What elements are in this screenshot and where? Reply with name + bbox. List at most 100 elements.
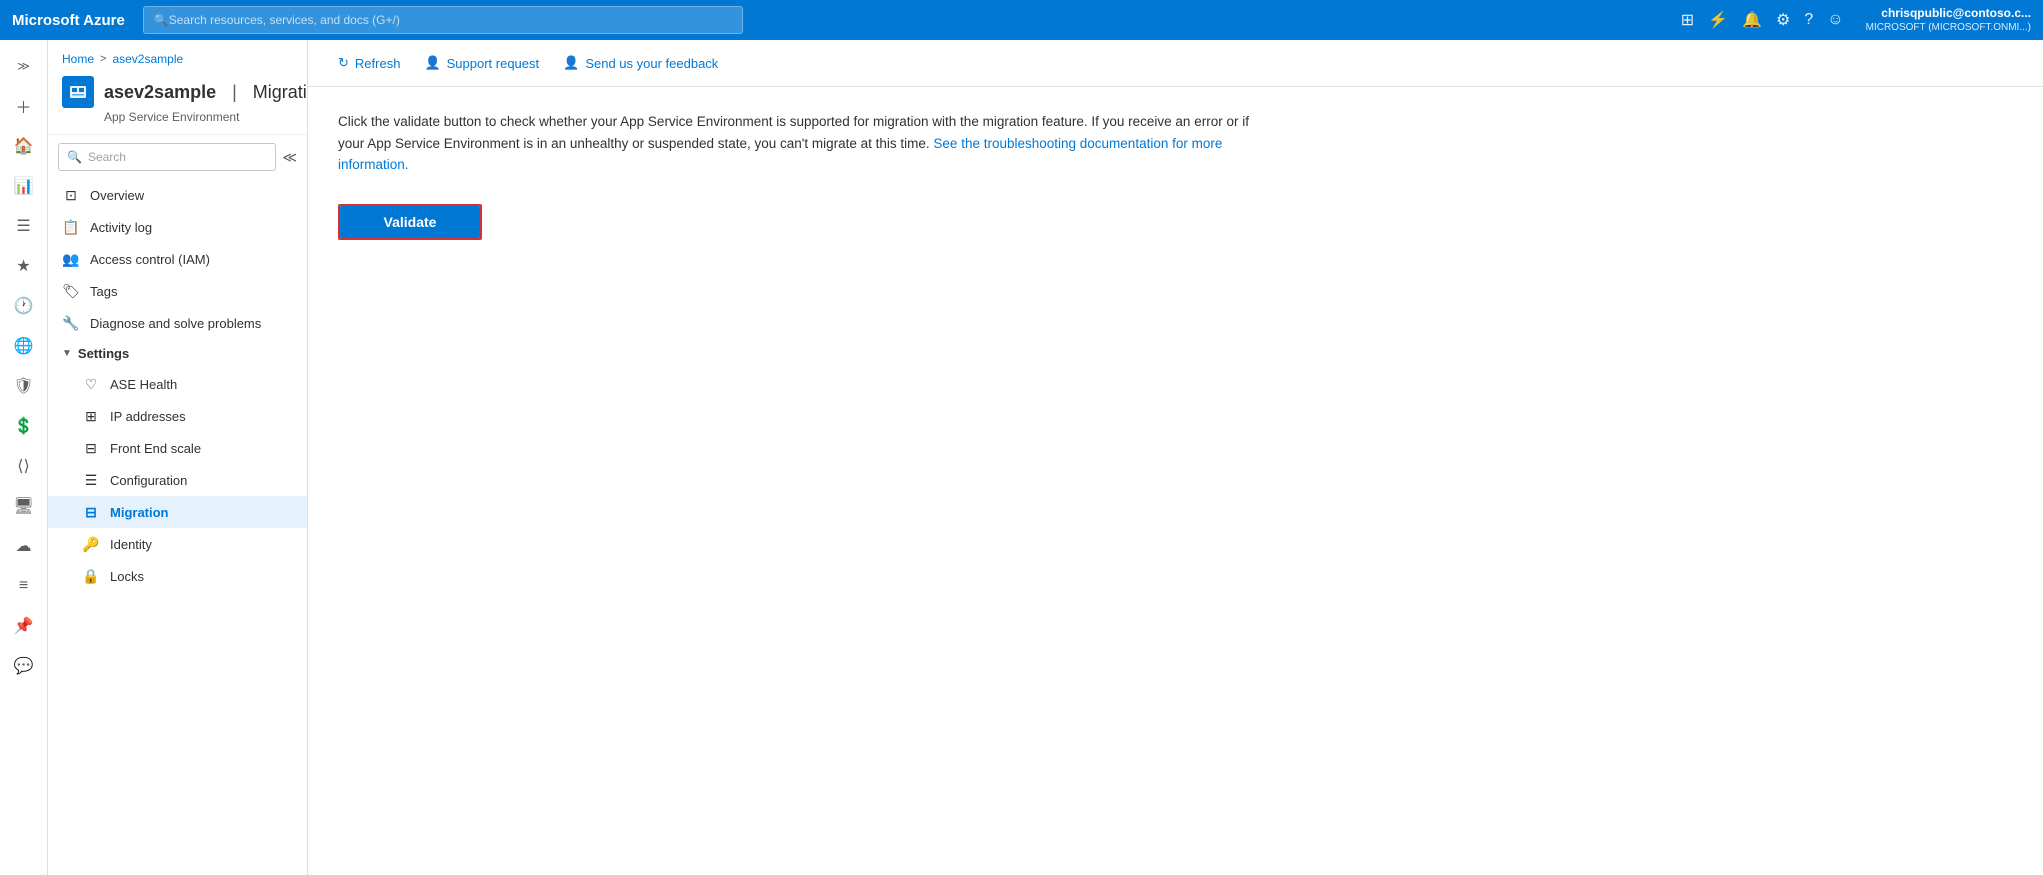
- support-label: Support request: [447, 56, 540, 71]
- rail-recent[interactable]: 🕐: [4, 288, 44, 324]
- settings-label: Settings: [78, 346, 129, 361]
- nav-item-label: Activity log: [90, 220, 152, 235]
- nav-item-label: Configuration: [110, 473, 187, 488]
- topbar: Microsoft Azure 🔍 Search resources, serv…: [0, 0, 2043, 40]
- support-icon: 👤: [424, 55, 440, 71]
- nav-item-tags[interactable]: 🏷 Tags: [48, 275, 307, 307]
- locks-icon: 🔒: [82, 567, 100, 585]
- content-body: Click the validate button to check wheth…: [308, 87, 2043, 875]
- rail-compute[interactable]: 🖥: [4, 488, 44, 524]
- validate-wrapper: Validate: [338, 204, 482, 240]
- nav-item-label: IP addresses: [110, 409, 186, 424]
- nav-item-activity-log[interactable]: 📋 Activity log: [48, 211, 307, 243]
- search-icon: 🔍: [154, 13, 169, 27]
- overview-icon: ⊡: [62, 186, 80, 204]
- nav-search-row: 🔍 Search ≪: [48, 135, 307, 179]
- help-icon[interactable]: ?: [1804, 11, 1813, 29]
- identity-icon: 🔑: [82, 535, 100, 553]
- rail-dev[interactable]: ⟨⟩: [4, 448, 44, 484]
- nav-search-box[interactable]: 🔍 Search: [58, 143, 276, 171]
- cloud-shell-icon[interactable]: ⚡: [1708, 10, 1728, 30]
- feedback-icon: 👤: [563, 55, 579, 71]
- rail-expand[interactable]: ≫: [4, 48, 44, 84]
- scale-icon: ⊟: [82, 439, 100, 457]
- nav-sub-ase-health[interactable]: ♡ ASE Health: [48, 368, 307, 400]
- breadcrumb-sep1: >: [100, 53, 106, 65]
- rail-cost[interactable]: 💲: [4, 408, 44, 444]
- resource-header: Home > asev2sample asev2sample | Migrati…: [48, 40, 307, 135]
- user-info[interactable]: chrisqpublic@contoso.c... MICROSOFT (MIC…: [1866, 6, 2031, 35]
- health-icon: ♡: [82, 375, 100, 393]
- user-name: chrisqpublic@contoso.c...: [1866, 6, 2031, 22]
- feedback-button[interactable]: 👤 Send us your feedback: [553, 50, 728, 76]
- nav-sub-locks[interactable]: 🔒 Locks: [48, 560, 307, 592]
- nav-item-label: Diagnose and solve problems: [90, 316, 261, 331]
- rail-create[interactable]: ＋: [4, 88, 44, 124]
- tags-icon: 🏷: [62, 282, 80, 300]
- rail-favorites[interactable]: ★: [4, 248, 44, 284]
- breadcrumb-resource[interactable]: asev2sample: [112, 52, 183, 66]
- migration-icon: ⊟: [82, 503, 100, 521]
- rail-data[interactable]: ≡: [4, 568, 44, 604]
- nav-item-label: Identity: [110, 537, 152, 552]
- rail-resources[interactable]: ☰: [4, 208, 44, 244]
- rail-hybrid[interactable]: ☁: [4, 528, 44, 564]
- feedback-label: Send us your feedback: [585, 56, 718, 71]
- rail-advisor[interactable]: 📌: [4, 608, 44, 644]
- resource-name: asev2sample: [104, 82, 216, 103]
- diagnose-icon: 🔧: [62, 314, 80, 332]
- rail-chat[interactable]: 💬: [4, 648, 44, 684]
- support-button[interactable]: 👤 Support request: [414, 50, 549, 76]
- resource-subtitle: App Service Environment: [104, 110, 293, 124]
- nav-item-label: Front End scale: [110, 441, 201, 456]
- breadcrumb-home[interactable]: Home: [62, 52, 94, 66]
- description-text: Click the validate button to check wheth…: [338, 111, 1258, 176]
- nav-sub-frontend[interactable]: ⊟ Front End scale: [48, 432, 307, 464]
- user-tenant: MICROSOFT (MICROSOFT.ONMI...): [1866, 21, 2031, 34]
- nav-search-icon: 🔍: [67, 150, 82, 164]
- refresh-icon: ↻: [338, 55, 349, 71]
- nav-search-placeholder: Search: [88, 150, 126, 164]
- config-icon: ☰: [82, 471, 100, 489]
- settings-section-header[interactable]: ▼ Settings: [48, 339, 307, 368]
- feedback-icon[interactable]: ☺: [1827, 11, 1843, 29]
- main-layout: ≫ ＋ 🏠 📊 ☰ ★ 🕐 🌐 🛡 💲 ⟨⟩ 🖥 ☁ ≡ 📌 💬 Home > …: [0, 40, 2043, 875]
- nav-sub-migration[interactable]: ⊟ Migration: [48, 496, 307, 528]
- refresh-button[interactable]: ↻ Refresh: [328, 50, 410, 76]
- ase-icon: [68, 82, 88, 102]
- app-logo: Microsoft Azure: [12, 12, 125, 29]
- nav-sub-ip[interactable]: ⊞ IP addresses: [48, 400, 307, 432]
- nav-item-label: Locks: [110, 569, 144, 584]
- content-area: ↻ Refresh 👤 Support request 👤 Send us yo…: [308, 40, 2043, 875]
- nav-item-iam[interactable]: 👥 Access control (IAM): [48, 243, 307, 275]
- rail-monitor[interactable]: 🌐: [4, 328, 44, 364]
- iam-icon: 👥: [62, 250, 80, 268]
- global-search-placeholder: Search resources, services, and docs (G+…: [169, 13, 400, 27]
- rail-dashboard[interactable]: 📊: [4, 168, 44, 204]
- activitylog-icon: 📋: [62, 218, 80, 236]
- notifications-icon[interactable]: 🔔: [1742, 10, 1762, 30]
- ip-icon: ⊞: [82, 407, 100, 425]
- rail-security[interactable]: 🛡: [4, 368, 44, 404]
- nav-item-label: Migration: [110, 505, 169, 520]
- portal-menu-icon[interactable]: ⊞: [1681, 10, 1694, 30]
- resource-icon: [62, 76, 94, 108]
- validate-button[interactable]: Validate: [340, 206, 480, 238]
- rail-home[interactable]: 🏠: [4, 128, 44, 164]
- resource-nav: Home > asev2sample asev2sample | Migrati…: [48, 40, 308, 875]
- topbar-icons: ⊞ ⚡ 🔔 ⚙ ? ☺ chrisqpublic@contoso.c... MI…: [1681, 6, 2031, 35]
- nav-item-label: Access control (IAM): [90, 252, 210, 267]
- settings-icon[interactable]: ⚙: [1776, 10, 1790, 30]
- nav-item-overview[interactable]: ⊡ Overview: [48, 179, 307, 211]
- nav-collapse-btn[interactable]: ≪: [282, 149, 297, 166]
- global-search[interactable]: 🔍 Search resources, services, and docs (…: [143, 6, 743, 34]
- nav-sub-config[interactable]: ☰ Configuration: [48, 464, 307, 496]
- content-toolbar: ↻ Refresh 👤 Support request 👤 Send us yo…: [308, 40, 2043, 87]
- nav-sub-identity[interactable]: 🔑 Identity: [48, 528, 307, 560]
- breadcrumb: Home > asev2sample: [62, 52, 293, 66]
- nav-item-label: Overview: [90, 188, 144, 203]
- nav-item-label: Tags: [90, 284, 117, 299]
- nav-item-diagnose[interactable]: 🔧 Diagnose and solve problems: [48, 307, 307, 339]
- settings-chevron: ▼: [62, 348, 72, 359]
- resource-section: Migration: [253, 82, 308, 103]
